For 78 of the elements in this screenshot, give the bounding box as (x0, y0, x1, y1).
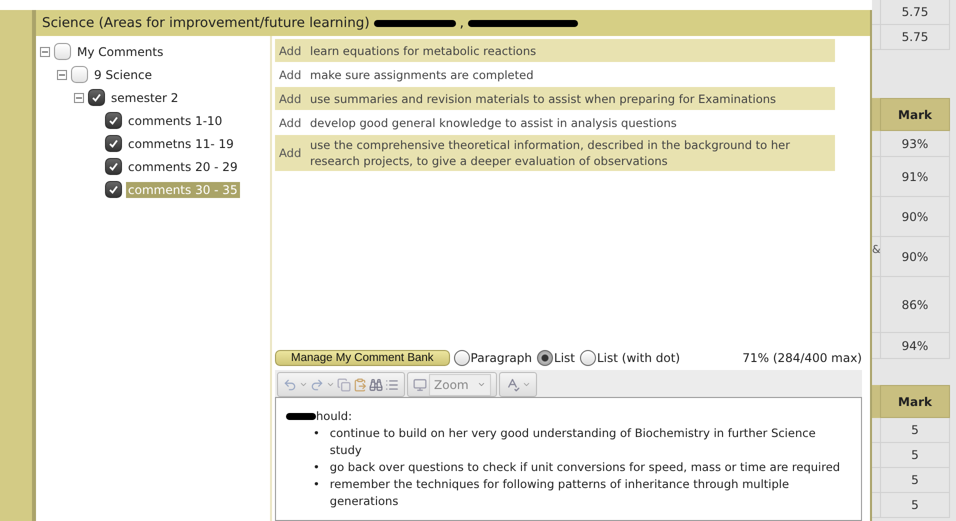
check-icon (108, 138, 119, 149)
undo-icon[interactable] (283, 378, 297, 392)
checkbox[interactable] (105, 112, 122, 129)
comment-text: use the comprehensive theoretical information, described in the background to her research projects, to give a deeper evaluation of observations (309, 137, 791, 170)
radio-button[interactable] (580, 350, 596, 366)
checkbox[interactable] (88, 89, 105, 106)
mark-cell: 90% (880, 197, 950, 237)
checkbox[interactable] (105, 135, 122, 152)
radio-label: List (554, 351, 575, 365)
bullet-item: go back over questions to check if unit conversions for speed, mass or time are required (330, 459, 840, 476)
comment-text: use summaries and revision materials to assist when preparing for Examinations (309, 90, 778, 108)
collapse-icon[interactable] (40, 46, 50, 56)
add-link[interactable]: Add (275, 92, 306, 106)
caret-icon[interactable] (326, 380, 335, 389)
add-link[interactable]: Add (275, 44, 306, 58)
tree-item[interactable]: My Comments (75, 44, 166, 60)
monitor-icon[interactable] (413, 378, 427, 392)
bullet-mark: • (313, 425, 320, 442)
table-cell: & (872, 237, 880, 277)
radio-button[interactable] (537, 350, 554, 366)
mark-cell: 5.75 (880, 0, 950, 25)
title-separator: , (460, 15, 464, 31)
tree-item[interactable]: comments 1-10 (126, 112, 224, 128)
checkbox[interactable] (54, 43, 71, 60)
check-icon (91, 92, 102, 103)
list-icon[interactable] (385, 378, 399, 392)
mark-cell: 94% (880, 333, 950, 359)
manage-button[interactable]: Manage My Comment Bank (275, 350, 450, 366)
character-count: 71% (284/400 max) (742, 351, 862, 365)
caret-icon[interactable] (477, 380, 486, 389)
mark-cell: 5 (880, 418, 950, 443)
collapse-icon[interactable] (74, 92, 84, 102)
caret-icon[interactable] (299, 380, 308, 389)
spellcheck-icon[interactable] (505, 377, 520, 392)
mark-cell: 5 (880, 493, 950, 518)
check-icon (108, 161, 119, 172)
comment-text: develop good general knowledge to assist in analysis questions (309, 114, 678, 132)
header-cell (872, 98, 880, 131)
caret-icon[interactable] (522, 380, 531, 389)
checkbox[interactable] (105, 181, 122, 198)
radio-label: List (with dot) (597, 351, 680, 365)
comment-text: learn equations for metabolic reactions (309, 42, 538, 60)
tree-item[interactable]: commetns 11- 19 (126, 136, 236, 152)
bullet-mark: • (313, 459, 320, 476)
editor-intro: hould: (316, 408, 352, 425)
header-cell (872, 385, 880, 418)
collapse-icon[interactable] (57, 70, 67, 80)
tree-item[interactable]: 9 Science (92, 66, 154, 82)
bullet-mark: • (313, 476, 320, 493)
bullet-item: remember the techniques for following patterns of inheritance through multiple generations (330, 476, 790, 510)
add-link[interactable]: Add (275, 116, 306, 130)
checkbox[interactable] (105, 158, 122, 175)
check-icon (108, 115, 119, 126)
mark-cell: 86% (880, 277, 950, 333)
copy-icon[interactable] (337, 378, 351, 392)
comment-editor[interactable] (275, 397, 862, 521)
paste-icon[interactable] (353, 378, 367, 392)
column-header: Mark (880, 385, 950, 418)
radio-label: Paragraph (470, 351, 532, 365)
radio-button[interactable] (454, 350, 470, 366)
mark-cell: 5 (880, 468, 950, 493)
mark-cell: 5.75 (880, 25, 950, 50)
comment-text: make sure assignments are completed (309, 66, 535, 84)
redo-icon[interactable] (310, 378, 324, 392)
column-header: Mark (880, 98, 950, 131)
mark-cell: 90% (880, 237, 950, 277)
tree-item[interactable]: semester 2 (109, 90, 180, 106)
checkbox[interactable] (71, 66, 88, 83)
tree-item[interactable]: comments 20 - 29 (126, 158, 240, 174)
add-link[interactable]: Add (275, 68, 306, 82)
check-icon (108, 184, 119, 195)
binoculars-icon[interactable] (369, 378, 383, 392)
mark-cell: 91% (880, 157, 950, 197)
redaction-mark (286, 413, 316, 420)
mark-cell: 5 (880, 443, 950, 468)
panel-title: Science (Areas for improvement/future learning) (42, 15, 370, 31)
add-link[interactable]: Add (275, 146, 306, 160)
mark-cell: 93% (880, 131, 950, 157)
